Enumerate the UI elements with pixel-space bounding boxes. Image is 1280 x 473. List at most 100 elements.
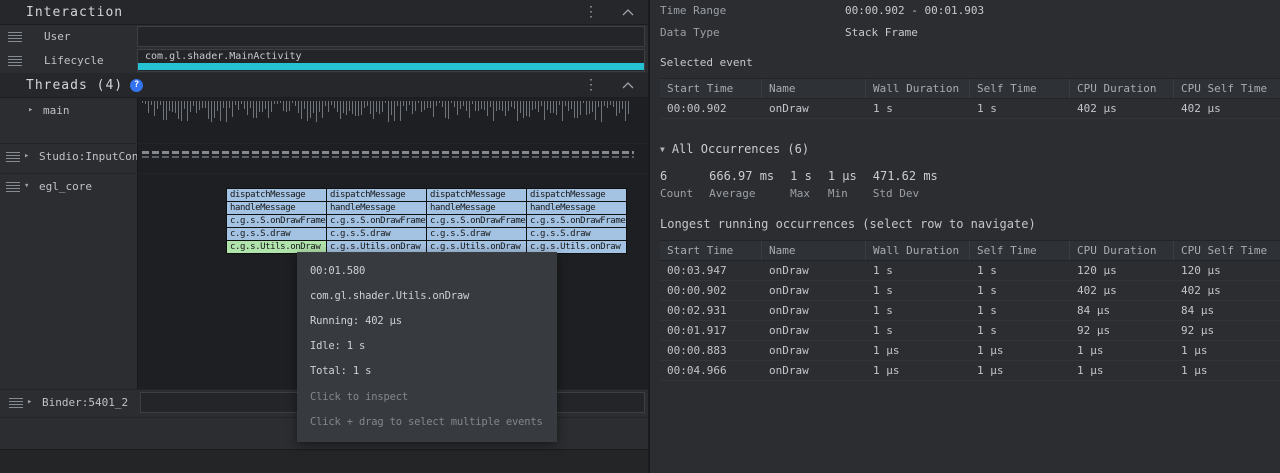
interaction-section-header[interactable]: Interaction ⋮ — [0, 0, 648, 25]
trace-event-block[interactable]: dispatchMessage — [427, 189, 526, 201]
drag-handle-icon[interactable] — [6, 152, 20, 162]
tick-bar — [265, 101, 266, 109]
track-row-user[interactable]: User — [0, 25, 648, 48]
tick-bar — [196, 101, 197, 113]
thread-row-main[interactable]: ▸ main — [0, 98, 648, 144]
column-header[interactable]: CPU Self Time — [1174, 79, 1280, 98]
thread-label-binder[interactable]: ▸ Binder:5401_2 — [0, 390, 137, 417]
expand-collapsed-icon[interactable]: ▸ — [28, 105, 40, 115]
trace-event-block[interactable]: c.g.s.S.draw — [327, 228, 426, 240]
track-name: Lifecycle — [44, 54, 104, 67]
tick-bar — [373, 101, 374, 119]
tick-bar — [565, 101, 566, 106]
column-header[interactable]: Start Time — [660, 79, 762, 98]
tick-bar — [580, 101, 581, 115]
trace-event-block[interactable]: handleMessage — [527, 202, 626, 214]
tick-bar — [304, 101, 305, 109]
track-row-lifecycle[interactable]: Lifecycle com.gl.shader.MainActivity — [0, 48, 648, 73]
table-row[interactable]: 00:01.917onDraw1 s1 s92 µs92 µs — [660, 321, 1280, 341]
table-header-row: Start TimeNameWall DurationSelf TimeCPU … — [660, 78, 1280, 99]
tick-bar — [556, 101, 557, 115]
column-header[interactable]: CPU Self Time — [1174, 241, 1280, 260]
column-header[interactable]: Wall Duration — [866, 79, 970, 98]
column-header[interactable]: CPU Duration — [1070, 79, 1174, 98]
collapse-chevron-icon[interactable] — [622, 9, 634, 16]
trace-event-block[interactable]: dispatchMessage — [327, 189, 426, 201]
expand-expanded-icon[interactable]: ▾ — [24, 181, 36, 191]
trace-event-block[interactable]: handleMessage — [227, 202, 326, 214]
tick-bar — [379, 101, 380, 114]
table-cell: 1 µs — [1174, 361, 1280, 380]
table-cell: 120 µs — [1070, 261, 1174, 280]
kebab-menu-icon[interactable]: ⋮ — [584, 5, 598, 19]
trace-event-block[interactable]: handleMessage — [427, 202, 526, 214]
column-header[interactable]: Name — [762, 79, 866, 98]
column-header[interactable]: Self Time — [970, 241, 1070, 260]
table-row[interactable]: 00:00.902onDraw1 s1 s402 µs402 µs — [660, 99, 1280, 119]
trace-event-block[interactable]: c.g.s.S.onDrawFrame — [427, 215, 526, 227]
tick-bar — [490, 101, 491, 107]
timeline-footer-bar — [0, 449, 648, 473]
track-label-lifecycle[interactable]: Lifecycle — [0, 48, 137, 73]
trace-event-block[interactable]: dispatchMessage — [227, 189, 326, 201]
thread-row-inputcon[interactable]: ▸ Studio:InputCon — [0, 144, 648, 174]
timeline-panel: Interaction ⋮ User Lifecycle com.gl.shad… — [0, 0, 650, 473]
tick-bar — [598, 101, 599, 107]
tick-bar — [466, 101, 467, 111]
collapse-chevron-icon[interactable] — [622, 82, 634, 89]
drag-handle-icon[interactable] — [9, 398, 23, 408]
column-header[interactable]: CPU Duration — [1070, 241, 1174, 260]
triangle-down-icon[interactable]: ▼ — [660, 145, 665, 154]
lifecycle-activity-bar[interactable] — [138, 63, 644, 70]
table-row[interactable]: 00:03.947onDraw1 s1 s120 µs120 µs — [660, 261, 1280, 281]
trace-event-block[interactable]: handleMessage — [327, 202, 426, 214]
stat-value: 6 — [660, 169, 693, 183]
trace-event-block[interactable]: c.g.s.S.onDrawFrame — [527, 215, 626, 227]
trace-events-grid[interactable]: dispatchMessagehandleMessagec.g.s.S.onDr… — [226, 188, 627, 254]
help-icon[interactable]: ? — [130, 79, 143, 92]
occurrences-toggle[interactable]: ▼ All Occurrences (6) — [660, 142, 1280, 156]
tick-bar — [253, 101, 254, 118]
occurrences-label: All Occurrences (6) — [672, 142, 809, 156]
table-row[interactable]: 00:00.883onDraw1 µs1 µs1 µs1 µs — [660, 341, 1280, 361]
thread-label-main[interactable]: ▸ main — [0, 98, 137, 143]
thread-track-main[interactable] — [137, 98, 648, 143]
column-header[interactable]: Wall Duration — [866, 241, 970, 260]
tick-bar — [436, 101, 437, 106]
thread-label-eglcore[interactable]: ▾ egl_core — [0, 174, 137, 389]
tick-bar — [430, 101, 431, 108]
table-row[interactable]: 00:00.902onDraw1 s1 s402 µs402 µs — [660, 281, 1280, 301]
thread-track-inputcon[interactable] — [137, 144, 648, 173]
thread-activity-chart[interactable] — [138, 98, 648, 143]
track-label-user[interactable]: User — [0, 25, 137, 48]
drag-handle-icon[interactable] — [6, 182, 20, 192]
drag-handle-icon[interactable] — [8, 56, 22, 66]
table-row[interactable]: 00:02.931onDraw1 s1 s84 µs84 µs — [660, 301, 1280, 321]
threads-section-header[interactable]: Threads (4) ? ⋮ — [0, 73, 648, 98]
trace-event-block[interactable]: c.g.s.S.onDrawFrame — [227, 215, 326, 227]
thread-state-dashed-line — [142, 156, 634, 158]
kebab-menu-icon[interactable]: ⋮ — [584, 78, 598, 92]
expand-collapsed-icon[interactable]: ▸ — [24, 151, 36, 161]
tick-bar — [403, 101, 404, 106]
trace-event-block[interactable]: dispatchMessage — [527, 189, 626, 201]
drag-handle-icon[interactable] — [8, 32, 22, 42]
trace-event-block[interactable]: c.g.s.S.draw — [227, 228, 326, 240]
thread-label-inputcon[interactable]: ▸ Studio:InputCon — [0, 144, 137, 173]
column-header[interactable]: Start Time — [660, 241, 762, 260]
table-cell: 402 µs — [1070, 99, 1174, 118]
trace-event-block[interactable]: c.g.s.S.onDrawFrame — [327, 215, 426, 227]
trace-event-block[interactable]: c.g.s.S.draw — [527, 228, 626, 240]
lifecycle-track-content[interactable]: com.gl.shader.MainActivity — [137, 49, 645, 72]
column-header[interactable]: Name — [762, 241, 866, 260]
user-track-content[interactable] — [137, 26, 645, 47]
expand-collapsed-icon[interactable]: ▸ — [27, 397, 39, 407]
tick-bar — [310, 101, 311, 118]
tick-bar — [571, 101, 572, 109]
table-row[interactable]: 00:04.966onDraw1 µs1 µs1 µs1 µs — [660, 361, 1280, 381]
trace-event-block[interactable]: c.g.s.S.draw — [427, 228, 526, 240]
tick-bar — [226, 101, 227, 122]
column-header[interactable]: Self Time — [970, 79, 1070, 98]
table-cell: 1 µs — [970, 361, 1070, 380]
tooltip-hint-inspect: Click to inspect — [310, 391, 544, 403]
